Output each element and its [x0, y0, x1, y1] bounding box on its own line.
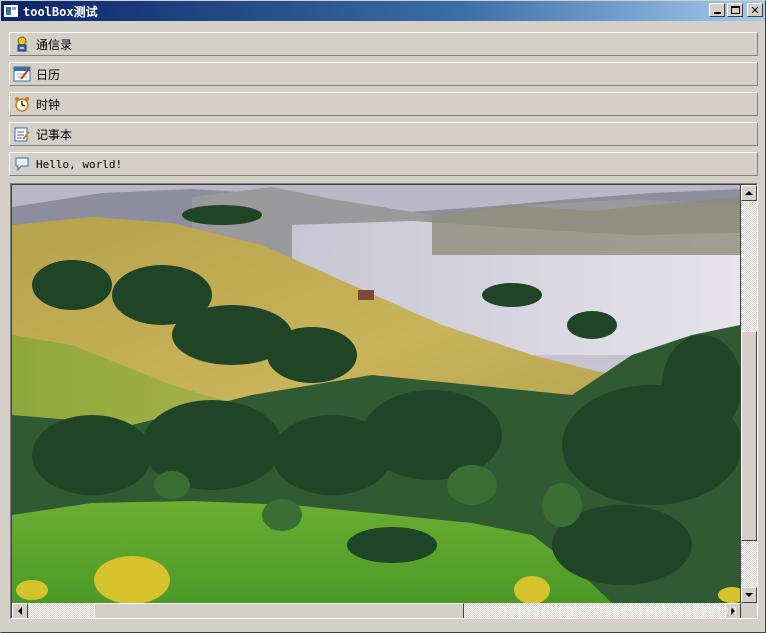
- toolbox-item-calendar[interactable]: 日历: [9, 62, 758, 86]
- toolbox-item-label: 日历: [36, 67, 61, 82]
- arrow-down-icon: [745, 593, 753, 597]
- scroll-down-button[interactable]: [741, 587, 757, 603]
- toolbox-item-label: 时钟: [36, 97, 61, 112]
- scroll-left-button[interactable]: [12, 603, 28, 618]
- arrow-right-icon: [731, 607, 735, 615]
- vertical-scrollbar[interactable]: [741, 185, 757, 603]
- toolbox-item-label: 通信录: [36, 37, 73, 52]
- toolbox-item-contacts[interactable]: 通信录: [9, 32, 758, 56]
- scrollbar-corner: [741, 603, 757, 618]
- minimize-icon: [713, 12, 721, 14]
- maximize-icon: [730, 6, 740, 14]
- app-icon[interactable]: [3, 4, 19, 18]
- horizontal-scrollbar[interactable]: [12, 603, 741, 618]
- clock-icon: [13, 95, 31, 113]
- notepad-icon: [13, 125, 31, 143]
- image-scroll-area[interactable]: [10, 183, 758, 619]
- minimize-button[interactable]: [709, 3, 725, 17]
- arrow-left-icon: [18, 607, 22, 615]
- window-controls: ✕: [709, 3, 763, 17]
- arrow-up-icon: [745, 191, 753, 195]
- close-button[interactable]: ✕: [747, 3, 763, 17]
- contacts-icon: [13, 35, 31, 53]
- horizontal-scroll-thumb[interactable]: [94, 603, 464, 618]
- title-bar[interactable]: toolBox测试 ✕: [1, 1, 765, 21]
- main-window: toolBox测试 ✕ 通信录 日历 时钟 记事本 Hello, world! …: [0, 0, 766, 633]
- landscape-image: [12, 185, 740, 603]
- toolbox-item-clock[interactable]: 时钟: [9, 92, 758, 116]
- close-icon: ✕: [750, 3, 760, 17]
- scroll-up-button[interactable]: [741, 185, 757, 201]
- scroll-right-button[interactable]: [725, 603, 741, 618]
- toolbox-item-notepad[interactable]: 记事本: [9, 122, 758, 146]
- toolbox-item-hello[interactable]: Hello, world!: [9, 152, 758, 176]
- maximize-button[interactable]: [727, 3, 743, 17]
- calendar-icon: [13, 65, 31, 83]
- toolbox-item-label: Hello, world!: [36, 157, 123, 171]
- vertical-scroll-thumb[interactable]: [741, 331, 757, 541]
- speech-bubble-icon: [13, 155, 31, 173]
- toolbox-item-label: 记事本: [36, 127, 73, 142]
- window-title: toolBox测试: [23, 4, 98, 19]
